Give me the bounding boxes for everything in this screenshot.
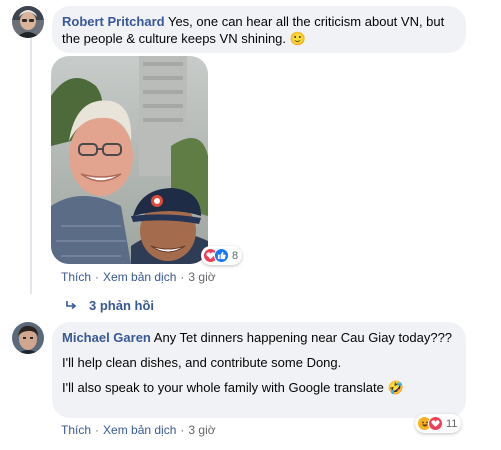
heart-icon <box>428 416 443 431</box>
reaction-count-comment1: 8 <box>232 249 239 262</box>
comment-line-1: Michael Garen Any Tet dinners happening … <box>62 329 454 346</box>
like-button[interactable]: Thích <box>61 270 91 284</box>
avatar-michael-garen[interactable] <box>12 322 44 354</box>
translate-button[interactable]: Xem bản dịch <box>103 423 176 437</box>
like-button[interactable]: Thích <box>61 423 91 437</box>
comment-bubble-robert: Robert Pritchard Yes, one can hear all t… <box>52 6 466 53</box>
view-replies-link[interactable]: 3 phản hồi <box>65 298 154 313</box>
comment-text-line2: I'll help clean dishes, and contribute s… <box>62 355 342 370</box>
comment-timestamp[interactable]: 3 giờ <box>188 423 215 437</box>
separator-dot: · <box>95 423 100 437</box>
comment-timestamp[interactable]: 3 giờ <box>188 270 215 284</box>
thread-line <box>30 38 32 294</box>
comment-actions-robert: Thích · Xem bản dịch · 3 giờ <box>61 270 216 284</box>
comment-body: Robert Pritchard Yes, one can hear all t… <box>62 13 454 47</box>
reply-arrow-icon <box>66 300 77 309</box>
reactions-summary-comment1[interactable]: 8 <box>201 246 243 265</box>
separator-dot: · <box>180 423 185 437</box>
rolling-laughing-emoji: 🤣 <box>387 380 404 395</box>
comment-text-line3: I'll also speak to your whole family wit… <box>62 380 384 395</box>
comment-author-michael[interactable]: Michael Garen <box>62 330 151 345</box>
separator-dot: · <box>95 270 100 284</box>
selfie-photo-image <box>51 56 208 264</box>
translate-button[interactable]: Xem bản dịch <box>103 270 176 284</box>
reactions-summary-comment2[interactable]: 11 <box>415 414 462 433</box>
comment-bubble-michael: Michael Garen Any Tet dinners happening … <box>52 322 466 418</box>
separator-dot: · <box>180 270 185 284</box>
reaction-count-comment2: 11 <box>446 417 458 430</box>
comment-actions-michael: Thích · Xem bản dịch · 3 giờ <box>61 423 216 437</box>
comment-text-line1: Any Tet dinners happening near Cau Giay … <box>153 330 453 345</box>
avatar-robert-image <box>12 6 44 38</box>
avatar-robert-pritchard[interactable] <box>12 6 44 38</box>
thumbs-up-icon <box>214 248 229 263</box>
avatar-michael-image <box>12 322 44 354</box>
comment-photo[interactable] <box>51 56 208 264</box>
replies-count-label[interactable]: 3 phản hồi <box>89 298 154 313</box>
slightly-smiling-emoji: 🙂 <box>289 31 306 46</box>
comment-author-robert[interactable]: Robert Pritchard <box>62 14 165 29</box>
comment-line-3: I'll also speak to your whole family wit… <box>62 379 454 396</box>
